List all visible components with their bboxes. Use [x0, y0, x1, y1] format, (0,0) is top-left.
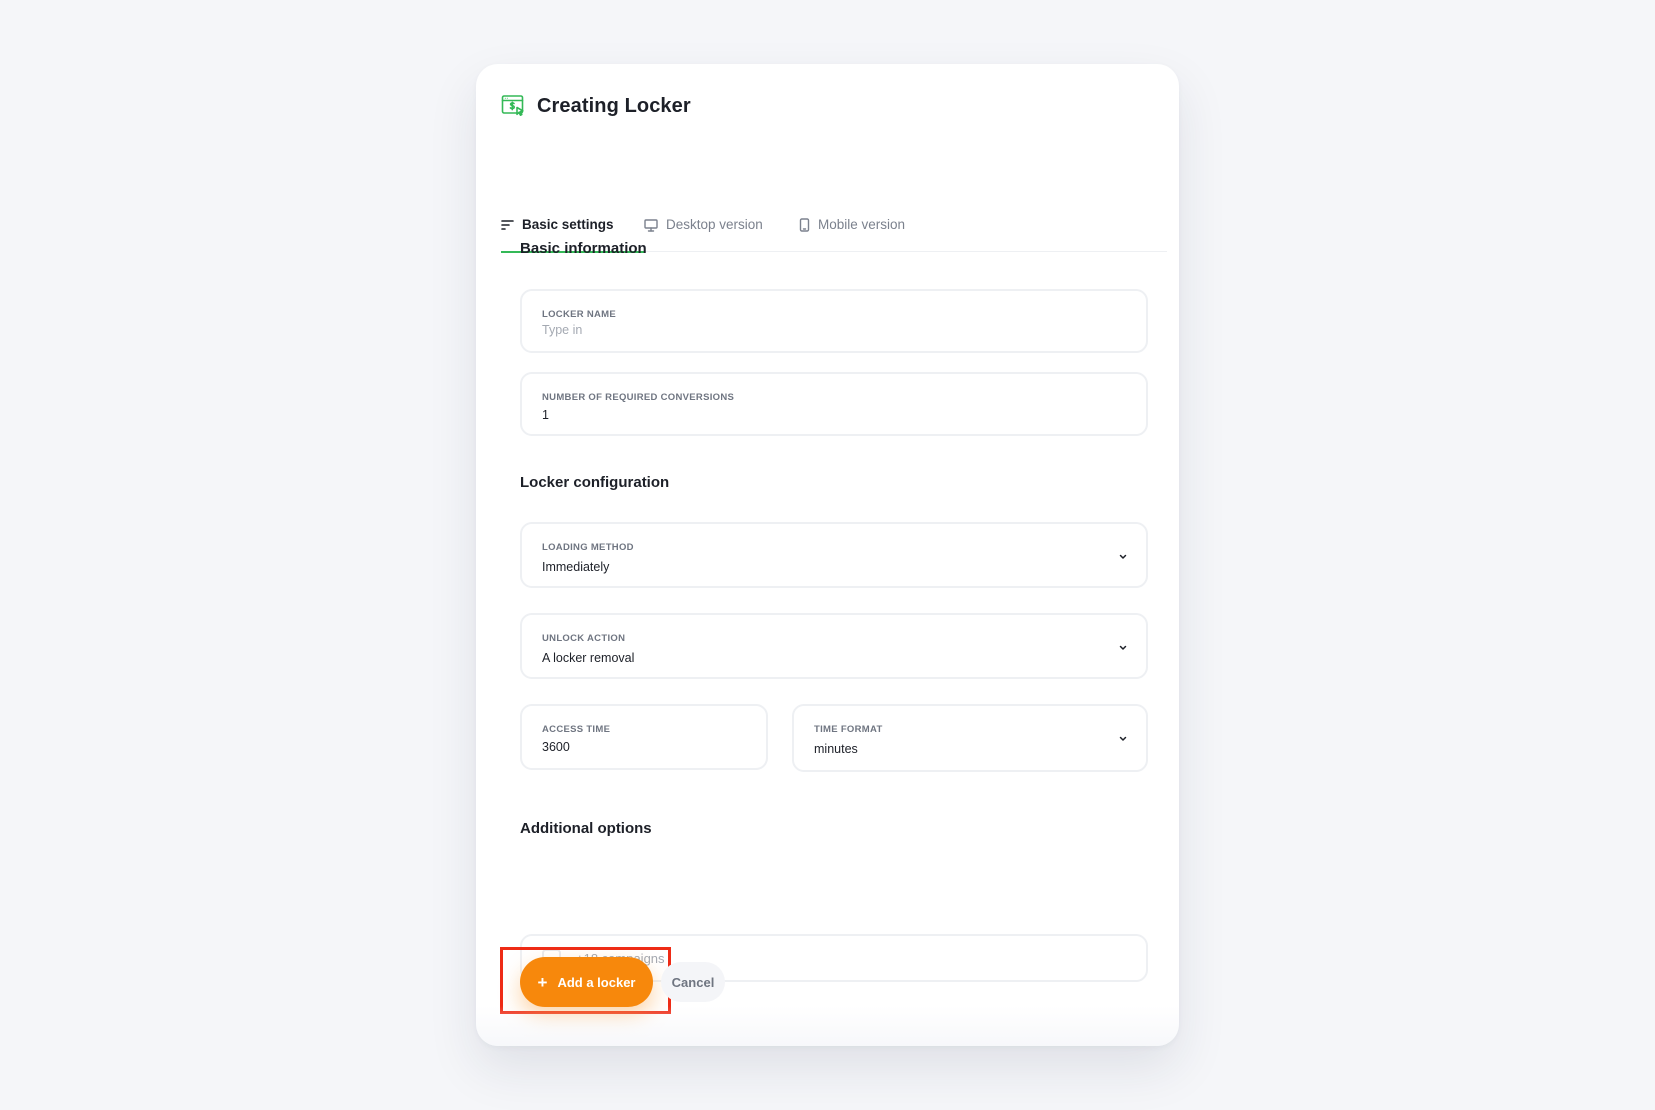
tab-desktop-version[interactable]: Desktop version [644, 150, 799, 252]
field-value: 3600 [542, 740, 570, 754]
required-conversions-field[interactable]: Number of required conversions 1 [520, 372, 1148, 436]
sort-lines-icon [501, 217, 514, 233]
chevron-down-icon [1119, 554, 1127, 559]
field-value: minutes [814, 742, 858, 756]
card-header: Creating Locker [501, 94, 691, 118]
loading-method-select[interactable]: Loading method Immediately [520, 522, 1148, 588]
chevron-down-icon [1119, 736, 1127, 741]
page-title: Creating Locker [537, 94, 691, 117]
cancel-button[interactable]: Cancel [661, 962, 725, 1002]
tab-label: Mobile version [818, 217, 906, 232]
field-label: Loading method [542, 542, 634, 553]
section-locker-configuration: Locker configuration [520, 474, 670, 491]
add-locker-label: Add a locker [557, 974, 636, 990]
field-value: 1 [542, 408, 549, 422]
field-value: Immediately [542, 560, 610, 574]
tab-bar: Basic settings Desktop version Mobile ve… [501, 150, 1167, 253]
phone-icon [799, 217, 810, 233]
create-locker-card: Creating Locker Basic settings Desktop v… [476, 64, 1179, 1046]
field-label: Access time [542, 724, 611, 735]
locker-name-input[interactable] [542, 323, 1122, 337]
monitor-icon [644, 217, 658, 233]
field-value: A locker removal [542, 651, 635, 665]
plus-icon: + [537, 972, 548, 992]
add-locker-button[interactable]: + Add a locker [520, 957, 653, 1007]
time-format-select[interactable]: Time format minutes [792, 704, 1148, 772]
section-basic-information: Basic information [520, 240, 647, 257]
field-label: Time format [814, 724, 883, 735]
tab-label: Desktop version [666, 217, 763, 232]
field-label: Number of required conversions [542, 392, 735, 403]
chevron-down-icon [1119, 645, 1127, 650]
field-label: Locker name [542, 309, 617, 320]
unlock-action-select[interactable]: Unlock action A locker removal [520, 613, 1148, 679]
access-time-field[interactable]: Access time 3600 [520, 704, 768, 770]
tab-label: Basic settings [522, 217, 614, 232]
section-additional-options: Additional options [520, 820, 652, 837]
locker-name-field[interactable]: Locker name [520, 289, 1148, 353]
tab-mobile-version[interactable]: Mobile version [799, 150, 949, 252]
tab-basic-settings[interactable]: Basic settings [501, 150, 644, 253]
locker-payment-icon [501, 94, 525, 118]
field-label: Unlock action [542, 633, 626, 644]
